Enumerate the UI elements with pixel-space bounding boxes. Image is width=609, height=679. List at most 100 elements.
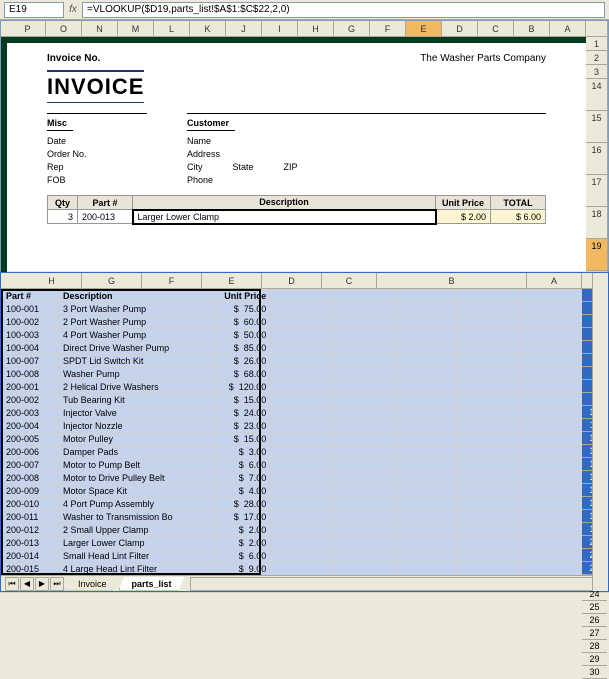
cell-part[interactable]: 200-009 (2, 485, 59, 498)
column-header[interactable]: M (118, 21, 154, 36)
worksheet-area[interactable]: Invoice No. The Washer Parts Company INV… (1, 37, 586, 299)
cell-part[interactable]: 200-013 (2, 537, 59, 550)
cell-part[interactable]: 200-007 (2, 459, 59, 472)
cell-price[interactable]: $ 85.00 (214, 342, 271, 355)
cell-part[interactable]: 200-013 (78, 210, 133, 224)
column-header[interactable]: P (10, 21, 46, 36)
tab-nav-prev-icon[interactable]: ◀ (20, 577, 34, 591)
cell-desc[interactable]: Direct Drive Washer Pump (58, 342, 213, 355)
cell-desc[interactable]: Motor to Drive Pulley Belt (58, 472, 213, 485)
cell-price[interactable]: $ 23.00 (214, 420, 271, 433)
table-row[interactable]: 200-003Injector Valve$ 24.00 (2, 407, 582, 420)
row-header[interactable]: 25 (582, 601, 607, 614)
cell-desc[interactable]: Motor Pulley (58, 433, 213, 446)
table-row[interactable]: 100-008Washer Pump$ 68.00 (2, 368, 582, 381)
table-row[interactable]: 200-011Washer to Transmission Bo$ 17.00 (2, 511, 582, 524)
row-header[interactable]: 30 (582, 666, 607, 679)
row-header[interactable]: 17 (586, 175, 607, 207)
table-row[interactable]: 200-0104 Port Pump Assembly$ 28.00 (2, 498, 582, 511)
cell-price[interactable]: $ 6.00 (214, 550, 271, 563)
table-row[interactable]: 200-005Motor Pulley$ 15.00 (2, 433, 582, 446)
cell-part[interactable]: 200-012 (2, 524, 59, 537)
cell-price[interactable]: $ 26.00 (214, 355, 271, 368)
cell-part[interactable]: 200-015 (2, 563, 59, 576)
cell-desc[interactable]: 2 Small Upper Clamp (58, 524, 213, 537)
row-header[interactable]: 28 (582, 640, 607, 653)
worksheet-grid[interactable]: Part #DescriptionUnit Price100-0013 Port… (1, 289, 582, 575)
column-header[interactable]: J (226, 21, 262, 36)
cell-price[interactable]: $ 17.00 (214, 511, 271, 524)
cell-part[interactable]: 100-004 (2, 342, 59, 355)
cell-desc[interactable]: Injector Valve (58, 407, 213, 420)
cell-part[interactable]: 200-006 (2, 446, 59, 459)
cell-desc[interactable]: Motor to Pump Belt (58, 459, 213, 472)
cell-price[interactable]: $ 2.00 (214, 524, 271, 537)
cell-desc[interactable]: Larger Lower Clamp (58, 537, 213, 550)
cell-qty[interactable]: 3 (48, 210, 78, 224)
cell-price[interactable]: $ 120.00 (214, 381, 271, 394)
cell-desc[interactable]: Washer Pump (58, 368, 213, 381)
row-header[interactable]: 18 (586, 207, 607, 239)
row-header[interactable]: 2 (586, 51, 607, 65)
cell-part[interactable]: 100-007 (2, 355, 59, 368)
cell-price[interactable]: $ 6.00 (214, 459, 271, 472)
tab-parts-list[interactable]: parts_list (119, 577, 185, 591)
formula-input[interactable] (82, 2, 605, 18)
tab-nav-first-icon[interactable]: ⏮ (5, 577, 19, 591)
row-header[interactable]: 14 (586, 79, 607, 111)
cell-part[interactable]: 200-008 (2, 472, 59, 485)
cell-part[interactable]: 200-005 (2, 433, 59, 446)
cell-price[interactable]: $ 15.00 (214, 433, 271, 446)
table-row[interactable]: 200-007Motor to Pump Belt$ 6.00 (2, 459, 582, 472)
cell-part[interactable]: 200-002 (2, 394, 59, 407)
column-header[interactable]: H (22, 273, 82, 288)
column-header[interactable]: H (298, 21, 334, 36)
table-row[interactable]: 200-009Motor Space Kit$ 4.00 (2, 485, 582, 498)
table-row[interactable]: 100-0022 Port Washer Pump$ 60.00 (2, 316, 582, 329)
column-header[interactable]: I (262, 21, 298, 36)
cell-price[interactable]: $ 28.00 (214, 498, 271, 511)
cell-desc[interactable]: 2 Port Washer Pump (58, 316, 213, 329)
table-header-row[interactable]: Part #DescriptionUnit Price (2, 290, 582, 303)
row-header[interactable]: 29 (582, 653, 607, 666)
cell-part[interactable]: 200-011 (2, 511, 59, 524)
table-row[interactable]: 100-0034 Port Washer Pump$ 50.00 (2, 329, 582, 342)
column-header[interactable]: E (202, 273, 262, 288)
cell-desc[interactable]: Small Head Lint Filter (58, 550, 213, 563)
cell-desc[interactable]: 4 Port Pump Assembly (58, 498, 213, 511)
row-header[interactable]: 16 (586, 143, 607, 175)
column-header[interactable]: L (154, 21, 190, 36)
column-header[interactable]: N (82, 21, 118, 36)
table-row[interactable]: 200-0122 Small Upper Clamp$ 2.00 (2, 524, 582, 537)
table-row[interactable]: 100-0013 Port Washer Pump$ 75.00 (2, 303, 582, 316)
cell-part[interactable]: 100-003 (2, 329, 59, 342)
cell-desc[interactable]: 2 Helical Drive Washers (58, 381, 213, 394)
table-row[interactable]: 200-006Damper Pads$ 3.00 (2, 446, 582, 459)
cell-part[interactable]: 100-001 (2, 303, 59, 316)
cell-price[interactable]: $ 60.00 (214, 316, 271, 329)
cell-desc[interactable]: Washer to Transmission Bo (58, 511, 213, 524)
cell-part[interactable]: 200-001 (2, 381, 59, 394)
column-header[interactable]: K (190, 21, 226, 36)
cell-part[interactable]: 200-010 (2, 498, 59, 511)
table-row[interactable]: 200-0154 Large Head Lint Filter$ 9.00 (2, 563, 582, 576)
table-row[interactable]: 200-008Motor to Drive Pulley Belt$ 7.00 (2, 472, 582, 485)
cell-price[interactable]: $ 68.00 (214, 368, 271, 381)
cell-desc[interactable]: Tub Bearing Kit (58, 394, 213, 407)
column-header[interactable]: B (377, 273, 527, 288)
cell-price[interactable]: $ 4.00 (214, 485, 271, 498)
table-row[interactable]: 100-007SPDT Lid Switch Kit$ 26.00 (2, 355, 582, 368)
column-header[interactable]: A (550, 21, 586, 36)
cell-unit-price[interactable]: $ 2.00 (436, 210, 491, 224)
cell-price[interactable]: $ 50.00 (214, 329, 271, 342)
cell-price[interactable]: $ 2.00 (214, 537, 271, 550)
table-row[interactable]: 200-0012 Helical Drive Washers$ 120.00 (2, 381, 582, 394)
cell-desc[interactable]: 4 Large Head Lint Filter (58, 563, 213, 576)
cell-part[interactable]: 200-014 (2, 550, 59, 563)
vertical-scrollbar[interactable] (592, 273, 608, 591)
cell-part[interactable]: 100-002 (2, 316, 59, 329)
tab-nav-next-icon[interactable]: ▶ (35, 577, 49, 591)
column-header[interactable]: E (406, 21, 442, 36)
name-box[interactable] (4, 2, 64, 18)
column-header[interactable]: G (334, 21, 370, 36)
